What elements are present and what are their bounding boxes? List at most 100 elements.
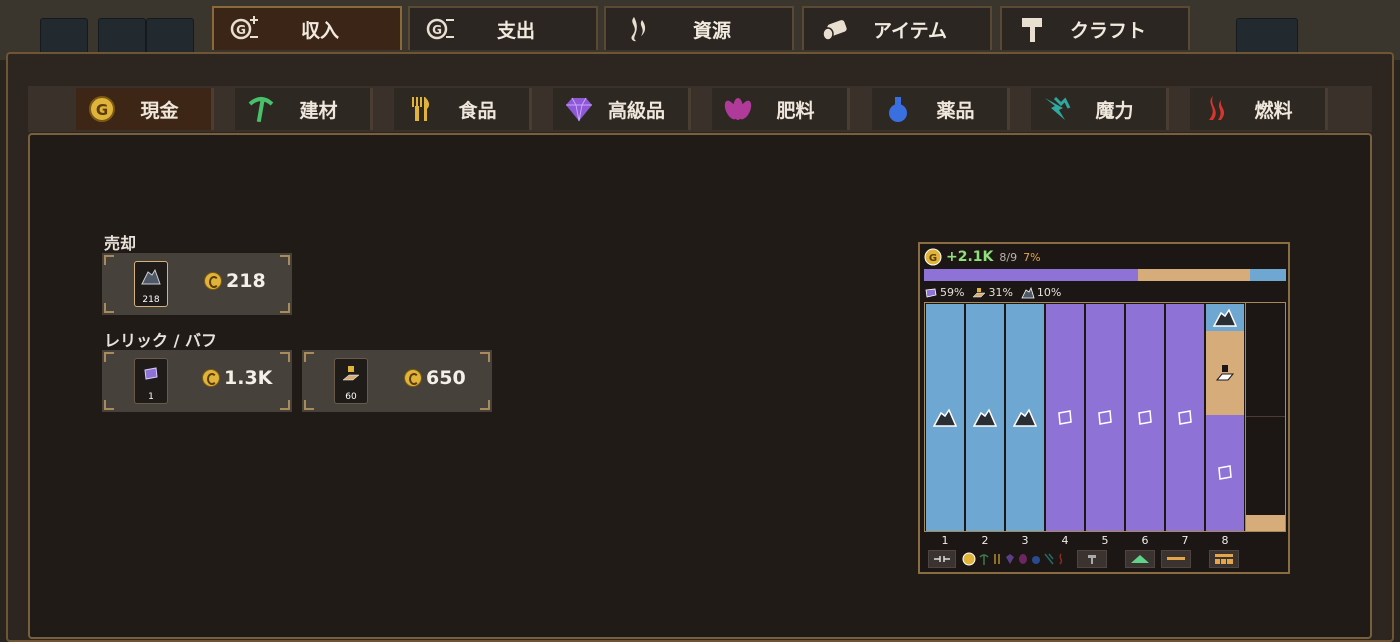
potion-icon <box>1032 556 1040 564</box>
item-count: 60 <box>345 392 357 402</box>
coal-ore-icon <box>1021 286 1035 299</box>
link-icon[interactable] <box>928 550 956 568</box>
tab-items[interactable]: アイテム <box>802 6 992 50</box>
fork-knife-icon <box>402 91 438 127</box>
scroll-icon <box>140 363 162 385</box>
hammer-icon <box>1016 12 1050 46</box>
income-value: 218 <box>204 270 266 292</box>
section-title-relic: レリック / バフ <box>104 331 217 350</box>
tab-expense[interactable]: G 支出 <box>408 6 598 50</box>
svg-text:G: G <box>929 253 937 264</box>
worker-slot-column[interactable]: 2 <box>966 304 1004 547</box>
coin-icon: G <box>924 248 942 266</box>
tab-medicine[interactable]: 薬品 <box>872 88 1010 130</box>
income-value: 650 <box>404 367 466 389</box>
income-source-card[interactable]: 1 1.3K <box>102 350 292 412</box>
scroll-icon <box>924 287 938 299</box>
legend-item: 31% <box>972 286 1013 299</box>
legend-item: 10% <box>1021 286 1061 299</box>
section-title-sale: 売却 <box>104 234 137 253</box>
hammer-icon[interactable] <box>1077 550 1107 568</box>
worker-slot-grid: 1 2 3 4 5 6 7 8 <box>924 302 1286 547</box>
column-number: 1 <box>941 534 949 547</box>
coin-plus-icon: G <box>228 12 262 46</box>
potion-icon <box>880 91 916 127</box>
value-text: 1.3K <box>224 367 273 389</box>
panel-footer <box>928 550 1284 568</box>
item-slot: 1 <box>134 358 168 404</box>
share-bar-stamp <box>1137 269 1250 281</box>
item-slot: 60 <box>334 358 368 404</box>
income-source-card[interactable]: 218 218 <box>102 253 292 315</box>
slot-usage: 8/9 <box>999 250 1018 264</box>
item-slot: 218 <box>134 261 168 307</box>
increase-button[interactable] <box>1125 550 1155 568</box>
resource-filter-icons[interactable] <box>962 552 1067 566</box>
slot-segment-scroll <box>1086 304 1124 531</box>
lotus-icon <box>720 91 756 127</box>
tab-food[interactable]: 食品 <box>394 88 532 130</box>
tab-label: 高級品 <box>607 99 665 122</box>
tab-label: 薬品 <box>936 99 975 122</box>
income-value: 1.3K <box>202 367 272 389</box>
item-count: 218 <box>142 295 160 305</box>
share-bar-coal <box>1249 269 1286 281</box>
tab-mana[interactable]: 魔力 <box>1031 88 1169 130</box>
stamp-icon <box>340 363 362 385</box>
share-bar-scroll <box>924 269 1138 281</box>
worker-slot-column[interactable]: 7 <box>1166 304 1204 547</box>
flame-icon <box>620 12 654 46</box>
coin-icon <box>962 552 976 566</box>
log-icon <box>818 12 852 46</box>
balance-button[interactable] <box>1161 550 1191 568</box>
mana-crystal-icon <box>1039 91 1075 127</box>
pickaxe-icon <box>979 554 989 565</box>
tab-label: 肥料 <box>776 99 815 122</box>
share-legend: 59% 31% 10% <box>924 286 1069 299</box>
tab-label: 資源 <box>692 19 731 42</box>
bonus-percent: 7% <box>1023 250 1041 264</box>
worker-slot-column[interactable]: 4 <box>1046 304 1084 547</box>
column-number: 3 <box>1021 534 1029 547</box>
worker-slot-column[interactable]: 3 <box>1006 304 1044 547</box>
worker-slot-column[interactable]: 8 <box>1206 304 1244 547</box>
worker-slot-column[interactable]: 1 <box>926 304 964 547</box>
category-tab-bar <box>28 86 1372 132</box>
tab-resources[interactable]: 資源 <box>604 6 794 50</box>
coin-icon: G <box>84 91 120 127</box>
pickaxe-icon <box>243 91 279 127</box>
coin-icon <box>202 369 220 387</box>
value-text: 218 <box>226 270 266 292</box>
column-number: 4 <box>1061 534 1069 547</box>
mana-crystal-icon <box>1044 553 1054 565</box>
empty-slot-fill <box>1246 515 1285 531</box>
tab-fuel[interactable]: 燃料 <box>1190 88 1328 130</box>
tab-craft[interactable]: クラフト <box>1000 6 1190 50</box>
tab-luxury[interactable]: 高級品 <box>553 88 691 130</box>
income-source-card[interactable]: 60 650 <box>302 350 492 412</box>
tab-cash[interactable]: G 現金 <box>76 88 214 130</box>
fork-knife-icon <box>994 554 1000 564</box>
share-bar <box>924 269 1286 281</box>
coin-icon <box>204 272 222 290</box>
slot-segment-scroll <box>1126 304 1164 531</box>
slot-segment-stamp <box>1206 331 1244 415</box>
tab-building-materials[interactable]: 建材 <box>235 88 373 130</box>
svg-text:G: G <box>236 23 246 37</box>
worker-slot-column[interactable]: 5 <box>1086 304 1124 547</box>
svg-text:G: G <box>96 101 108 119</box>
tab-fertilizer[interactable]: 肥料 <box>712 88 850 130</box>
coin-icon <box>404 369 422 387</box>
layout-grid-icon[interactable] <box>1209 550 1239 568</box>
tab-label: 燃料 <box>1254 99 1293 122</box>
income-rate: +2.1K <box>946 249 994 265</box>
column-number: 6 <box>1141 534 1149 547</box>
slot-segment-coal <box>966 304 1004 531</box>
slot-segment-coal <box>1006 304 1044 531</box>
tab-income[interactable]: G 収入 <box>212 6 402 50</box>
production-summary-panel: G +2.1K 8/9 7% 59% 31% 10% 1 2 3 4 5 6 7 8 <box>918 242 1290 574</box>
stamp-icon <box>972 287 987 299</box>
worker-slot-column[interactable]: 6 <box>1126 304 1164 547</box>
fire-icon <box>1198 91 1234 127</box>
tab-label: 建材 <box>299 99 338 122</box>
